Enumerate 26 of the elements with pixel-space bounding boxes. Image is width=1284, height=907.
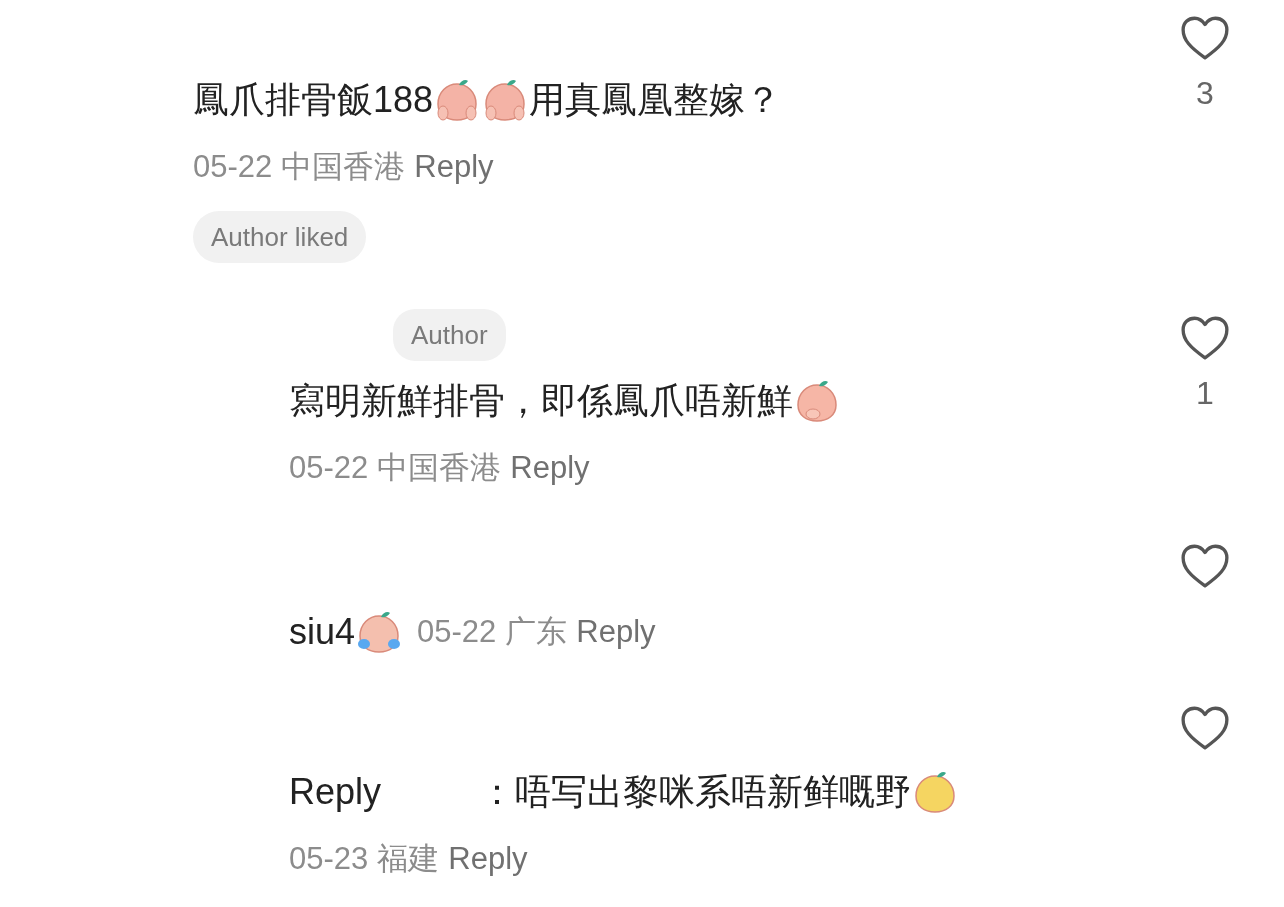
like-count: 1: [1196, 374, 1214, 413]
heart-icon[interactable]: [1180, 543, 1230, 589]
comment-date: 05-22: [193, 148, 273, 186]
reply-link[interactable]: Reply: [576, 612, 656, 652]
heart-icon[interactable]: [1180, 315, 1230, 361]
heart-icon[interactable]: [1180, 15, 1230, 61]
comment-text: ：唔写出黎咪系唔新鲜嘅野: [479, 770, 912, 814]
comment-text: 用真鳳凰整嫁？: [529, 78, 782, 122]
comment-text: 寫明新鮮排骨，即係鳳爪唔新鮮: [289, 379, 793, 423]
comment-date: 05-23: [289, 840, 369, 878]
comment-date: 05-22: [417, 613, 497, 651]
comment-location: 福建: [377, 840, 440, 878]
reply-link[interactable]: Reply: [414, 147, 494, 187]
comment-location: 广东: [505, 613, 568, 651]
comment-text: 鳳爪排骨飯188: [193, 78, 434, 122]
heart-icon[interactable]: [1180, 705, 1230, 751]
reply-link[interactable]: Reply: [448, 839, 528, 879]
like-count: 3: [1196, 74, 1214, 113]
comment-text: Reply: [289, 770, 382, 814]
comment-location: 中国香港: [377, 449, 502, 487]
comment-date: 05-22: [289, 449, 369, 487]
comment-location: 中国香港: [281, 148, 406, 186]
author-tag: Author: [393, 309, 506, 361]
comment-text: siu4: [289, 610, 356, 654]
reply-link[interactable]: Reply: [510, 448, 590, 488]
author-liked-badge: Author liked: [193, 211, 367, 263]
